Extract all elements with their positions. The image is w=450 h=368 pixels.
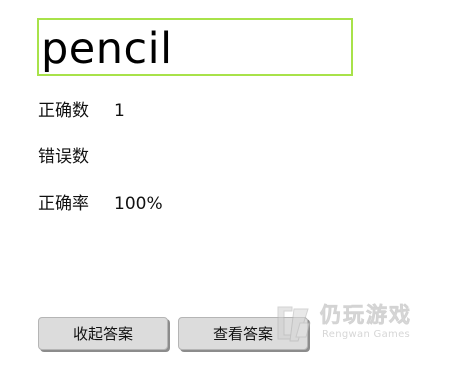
correct-count-label: 正确数 <box>38 101 89 121</box>
watermark-subtitle: Rengwan Games <box>322 329 411 340</box>
correct-count-row: 正确数 1 <box>38 99 125 123</box>
collapse-answer-button[interactable]: 收起答案 <box>38 317 168 350</box>
wrong-count-label: 错误数 <box>38 147 89 167</box>
accuracy-rate-label: 正确率 <box>38 194 89 214</box>
word-text: pencil <box>41 24 173 74</box>
word-display-field[interactable]: pencil <box>37 18 353 76</box>
watermark-title: 仍玩游戏 <box>320 303 412 328</box>
wrong-count-row: 错误数 <box>38 145 114 169</box>
correct-count-value: 1 <box>114 101 125 121</box>
accuracy-rate-row: 正确率 100% <box>38 192 163 216</box>
view-answer-button[interactable]: 查看答案 <box>178 317 308 350</box>
accuracy-rate-value: 100% <box>114 194 163 214</box>
